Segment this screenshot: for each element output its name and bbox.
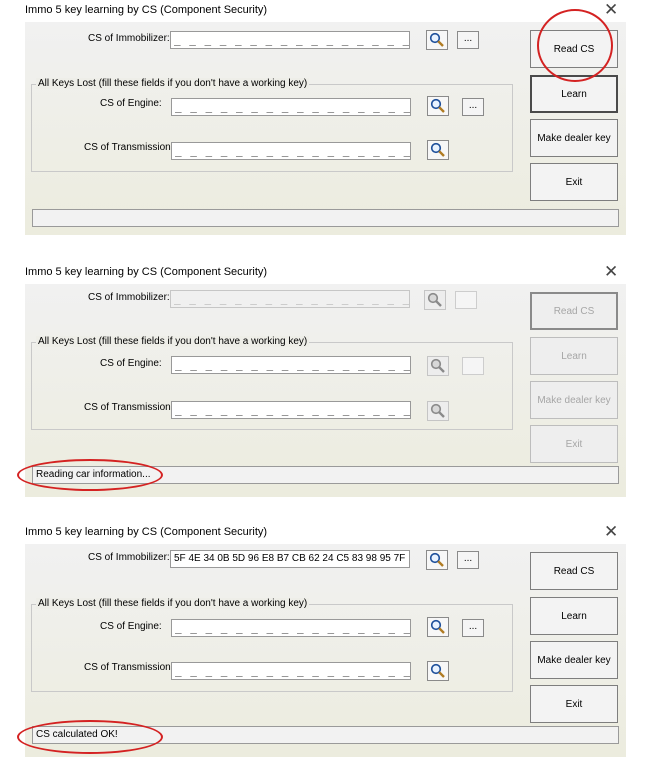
make-dealer-key-button[interactable]: Make dealer key [530,641,618,679]
transmission-cs-field[interactable]: _ _ _ _ _ _ _ _ _ _ _ _ _ _ _ _ _ _ [171,401,411,419]
engine-cs-field[interactable]: _ _ _ _ _ _ _ _ _ _ _ _ _ _ _ _ _ _ [171,356,411,374]
immobilizer-label: CS of Immobilizer: [88,292,170,303]
immobilizer-cs-field[interactable]: _ _ _ _ _ _ _ _ _ _ _ _ _ _ _ _ _ _ [170,31,410,49]
all-keys-lost-group: All Keys Lost (fill these fields if you … [31,598,513,692]
title-bar: Immo 5 key learning by CS (Component Sec… [0,0,650,22]
engine-label: CS of Engine: [100,621,162,632]
window-reading: Immo 5 key learning by CS (Component Sec… [0,262,650,507]
immobilizer-search-icon[interactable] [426,30,448,50]
transmission-search-icon[interactable] [427,661,449,681]
immobilizer-label: CS of Immobilizer: [88,33,170,44]
engine-label: CS of Engine: [100,358,162,369]
engine-label: CS of Engine: [100,98,162,109]
window-idle: Immo 5 key learning by CS (Component Sec… [0,0,650,245]
close-icon[interactable]: ✕ [604,0,618,21]
make-dealer-key-button[interactable]: Make dealer key [530,381,618,419]
engine-browse-button[interactable]: ... [462,98,484,116]
immobilizer-browse-button[interactable] [455,291,477,309]
transmission-label: CS of Transmission: [84,402,174,413]
window-done: Immo 5 key learning by CS (Component Sec… [0,522,650,767]
status-bar: Reading car information... [32,466,619,484]
transmission-search-icon[interactable] [427,140,449,160]
engine-cs-field[interactable]: _ _ _ _ _ _ _ _ _ _ _ _ _ _ _ _ _ _ [171,98,411,116]
all-keys-lost-group: All Keys Lost (fill these fields if you … [31,336,513,430]
all-keys-lost-group: All Keys Lost (fill these fields if you … [31,78,513,172]
exit-button[interactable]: Exit [530,685,618,723]
immobilizer-browse-button[interactable]: ... [457,31,479,49]
transmission-cs-field[interactable]: _ _ _ _ _ _ _ _ _ _ _ _ _ _ _ _ _ _ [171,662,411,680]
read-cs-button[interactable]: Read CS [530,552,618,590]
immobilizer-cs-field[interactable]: _ _ _ _ _ _ _ _ _ _ _ _ _ _ _ _ _ _ [170,290,410,308]
engine-search-icon[interactable] [427,96,449,116]
transmission-label: CS of Transmission: [84,662,174,673]
read-cs-button[interactable]: Read CS [530,30,618,68]
immobilizer-label: CS of Immobilizer: [88,552,170,563]
engine-browse-button[interactable]: ... [462,619,484,637]
engine-browse-button[interactable] [462,357,484,375]
make-dealer-key-button[interactable]: Make dealer key [530,119,618,157]
learn-button[interactable]: Learn [530,337,618,375]
dialog-body: CS of Immobilizer: 5F 4E 34 0B 5D 96 E8 … [25,544,626,757]
engine-search-icon[interactable] [427,356,449,376]
close-icon[interactable]: ✕ [604,521,618,543]
group-legend: All Keys Lost (fill these fields if you … [36,336,310,347]
group-legend: All Keys Lost (fill these fields if you … [36,598,310,609]
window-title: Immo 5 key learning by CS (Component Sec… [25,266,268,278]
read-cs-button[interactable]: Read CS [530,292,618,330]
title-bar: Immo 5 key learning by CS (Component Sec… [0,522,650,544]
learn-button[interactable]: Learn [530,75,618,113]
transmission-cs-field[interactable]: _ _ _ _ _ _ _ _ _ _ _ _ _ _ _ _ _ _ [171,142,411,160]
title-bar: Immo 5 key learning by CS (Component Sec… [0,262,650,284]
engine-cs-field[interactable]: _ _ _ _ _ _ _ _ _ _ _ _ _ _ _ _ _ _ [171,619,411,637]
dialog-body: CS of Immobilizer: _ _ _ _ _ _ _ _ _ _ _… [25,284,626,497]
transmission-label: CS of Transmission: [84,142,174,153]
learn-button[interactable]: Learn [530,597,618,635]
exit-button[interactable]: Exit [530,425,618,463]
window-title: Immo 5 key learning by CS (Component Sec… [25,526,268,538]
transmission-search-icon[interactable] [427,401,449,421]
status-bar [32,209,619,227]
exit-button[interactable]: Exit [530,163,618,201]
immobilizer-cs-field[interactable]: 5F 4E 34 0B 5D 96 E8 B7 CB 62 24 C5 83 9… [170,550,410,568]
engine-search-icon[interactable] [427,617,449,637]
immobilizer-search-icon[interactable] [424,290,446,310]
immobilizer-browse-button[interactable]: ... [457,551,479,569]
window-title: Immo 5 key learning by CS (Component Sec… [25,4,268,16]
status-bar: CS calculated OK! [32,726,619,744]
immobilizer-search-icon[interactable] [426,550,448,570]
close-icon[interactable]: ✕ [604,261,618,283]
dialog-body: CS of Immobilizer: _ _ _ _ _ _ _ _ _ _ _… [25,22,626,235]
group-legend: All Keys Lost (fill these fields if you … [36,78,310,89]
